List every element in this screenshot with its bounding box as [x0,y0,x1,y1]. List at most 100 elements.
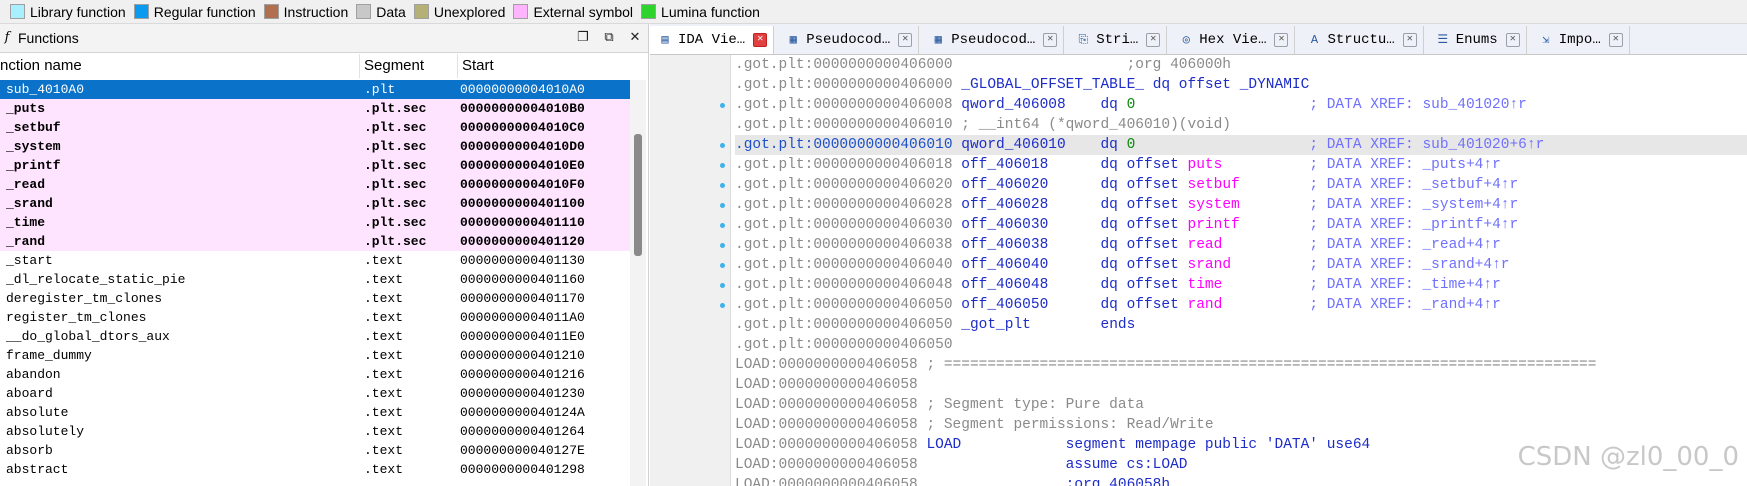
token-lbl: qword_406010 [961,137,1066,153]
tab-label: Stri… [1096,32,1139,48]
function-row[interactable]: _read .plt.sec 00000000004010F0 [0,175,630,194]
line-address: LOAD:0000000000406058 [735,397,918,413]
disassembly-line[interactable]: .got.plt:0000000000406050 [735,335,1747,355]
tab-close-icon[interactable]: ✕ [898,33,913,47]
line-address: LOAD:0000000000406058 [735,417,918,433]
disassembly-line[interactable]: LOAD:0000000000406058 ;org 406058h [735,475,1747,486]
tab-4[interactable]: ◎ Hex Vie… ✕ [1171,26,1296,54]
token-lbl: off_406048 [961,277,1049,293]
function-start-cell: 0000000000401120 [460,234,585,249]
disassembly-line[interactable]: .got.plt:0000000000406008 qword_406008 d… [735,95,1747,115]
disassembly-view[interactable]: .got.plt:0000000000406000 ;org 406000h .g… [650,55,1747,486]
function-row[interactable]: abandon .text 0000000000401216 [0,365,630,384]
function-row[interactable]: abstract .text 0000000000401298 [0,460,630,479]
function-segment-cell: .text [364,253,404,268]
column-function-name[interactable]: nction name [0,54,360,78]
disassembly-line[interactable]: .got.plt:0000000000406050 off_406050 dq … [735,295,1747,315]
function-row[interactable]: _system .plt.sec 00000000004010D0 [0,137,630,156]
line-address: .got.plt:0000000000406000 [735,77,953,93]
disassembly-line[interactable]: LOAD:0000000000406058 ; Segment type: Pu… [735,395,1747,415]
disassembly-line[interactable]: .got.plt:0000000000406020 off_406020 dq … [735,175,1747,195]
function-row[interactable]: absolute .text 000000000040124A [0,403,630,422]
disassembly-line[interactable]: .got.plt:0000000000406040 off_406040 dq … [735,255,1747,275]
function-row[interactable]: absolutely .text 0000000000401264 [0,422,630,441]
function-segment-cell: .text [364,443,404,458]
line-address: .got.plt:0000000000406010 [735,137,953,153]
disassembly-line[interactable]: .got.plt:0000000000406030 off_406030 dq … [735,215,1747,235]
functions-table-body: sub_4010A0 .plt 00000000004010A0 _puts .plt.… [0,80,630,486]
tab-7[interactable]: ⇲ Impo… ✕ [1530,26,1630,54]
disassembly-line[interactable]: .got.plt:0000000000406028 off_406028 dq … [735,195,1747,215]
float-icon[interactable]: ⧉ [600,28,618,46]
legend-label: Lumina function [661,3,760,20]
restore-icon[interactable]: ❐ [574,28,592,46]
tab-close-icon[interactable]: ✕ [1043,33,1058,47]
function-start-cell: 0000000000401110 [460,215,585,230]
tab-3[interactable]: ⎘ Stri… ✕ [1068,26,1168,54]
disassembly-line[interactable]: .got.plt:0000000000406010 qword_406010 d… [735,135,1747,155]
function-row[interactable]: _printf .plt.sec 00000000004010E0 [0,156,630,175]
function-row[interactable]: _setbuf .plt.sec 00000000004010C0 [0,118,630,137]
function-row[interactable]: __do_global_dtors_aux .text 00000000004011… [0,327,630,346]
function-name-cell: frame_dummy [6,348,92,363]
tab-close-icon[interactable]: ✕ [1505,33,1520,47]
token-mn: dq offset [1100,177,1179,193]
tab-close-icon[interactable]: ✕ [1146,33,1161,47]
function-row[interactable]: _start .text 0000000000401130 [0,251,630,270]
tab-1[interactable]: ▦ Pseudocod… ✕ [778,26,920,54]
tab-6[interactable]: ☰ Enums ✕ [1427,26,1527,54]
tab-5[interactable]: A Structu… ✕ [1299,26,1424,54]
function-row[interactable]: _time .plt.sec 0000000000401110 [0,213,630,232]
token-mn: ends [1100,317,1136,333]
disassembly-line[interactable]: .got.plt:0000000000406018 off_406018 dq … [735,155,1747,175]
function-row[interactable]: frame_dummy .text 0000000000401210 [0,346,630,365]
line-address: LOAD:0000000000406058 [735,477,918,486]
disassembly-line[interactable]: .got.plt:0000000000406048 off_406048 dq … [735,275,1747,295]
legend-item: Data [356,4,406,20]
function-row[interactable]: aboard .text 0000000000401230 [0,384,630,403]
function-row[interactable]: _rand .plt.sec 0000000000401120 [0,232,630,251]
disassembly-line[interactable]: .got.plt:0000000000406000 _GLOBAL_OFFSET… [735,75,1747,95]
function-row[interactable]: register_tm_clones .text 00000000004011A0 [0,308,630,327]
close-icon[interactable]: ✕ [626,28,644,46]
token-cmt: ; DATA XREF: _setbuf+4↑r [1309,177,1519,193]
function-row[interactable]: sub_4010A0 .plt 00000000004010A0 [0,80,630,99]
function-row[interactable]: deregister_tm_clones .text 000000000040117… [0,289,630,308]
column-start[interactable]: Start [458,54,630,78]
disassembly-line[interactable]: .got.plt:0000000000406010 ; __int64 (*qw… [735,115,1747,135]
functions-scrollbar[interactable] [630,80,646,486]
disassembly-line[interactable]: .got.plt:0000000000406000 ;org 406000h [735,55,1747,75]
function-row[interactable]: _puts .plt.sec 00000000004010B0 [0,99,630,118]
legend-swatch [133,4,149,19]
column-segment[interactable]: Segment [360,54,458,78]
function-row[interactable]: _dl_relocate_static_pie .text 000000000040… [0,270,630,289]
disassembly-line[interactable]: .got.plt:0000000000406038 off_406038 dq … [735,235,1747,255]
function-segment-cell: .text [364,291,404,306]
disassembly-line[interactable]: .got.plt:0000000000406050 _got_plt ends [735,315,1747,335]
tab-close-icon[interactable]: ✕ [1402,33,1417,47]
tab-0[interactable]: ▤ IDA Vie… ✕ [650,26,775,54]
function-row[interactable]: _srand .plt.sec 0000000000401100 [0,194,630,213]
line-address: .got.plt:0000000000406050 [735,317,953,333]
tab-2[interactable]: ▦ Pseudocod… ✕ [923,26,1065,54]
function-row[interactable]: absorb .text 000000000040127E [0,441,630,460]
disassembly-line[interactable]: LOAD:0000000000406058 ; ================… [735,355,1747,375]
disassembly-line[interactable]: LOAD:0000000000406058 [735,375,1747,395]
tab-close-icon[interactable]: ✕ [1274,33,1289,47]
token-gcmt: ; ======================================… [926,357,1597,373]
disassembly-line[interactable]: LOAD:0000000000406058 ; Segment permissi… [735,415,1747,435]
functions-title: Functions [18,30,79,46]
tab-close-icon[interactable]: ✕ [1608,33,1623,47]
scrollbar-thumb[interactable] [634,134,642,256]
legend-item: Regular function [133,4,256,20]
function-start-cell: 00000000004010C0 [460,120,585,135]
tab-close-icon[interactable]: ✕ [753,33,768,47]
line-address: .got.plt:0000000000406038 [735,237,953,253]
